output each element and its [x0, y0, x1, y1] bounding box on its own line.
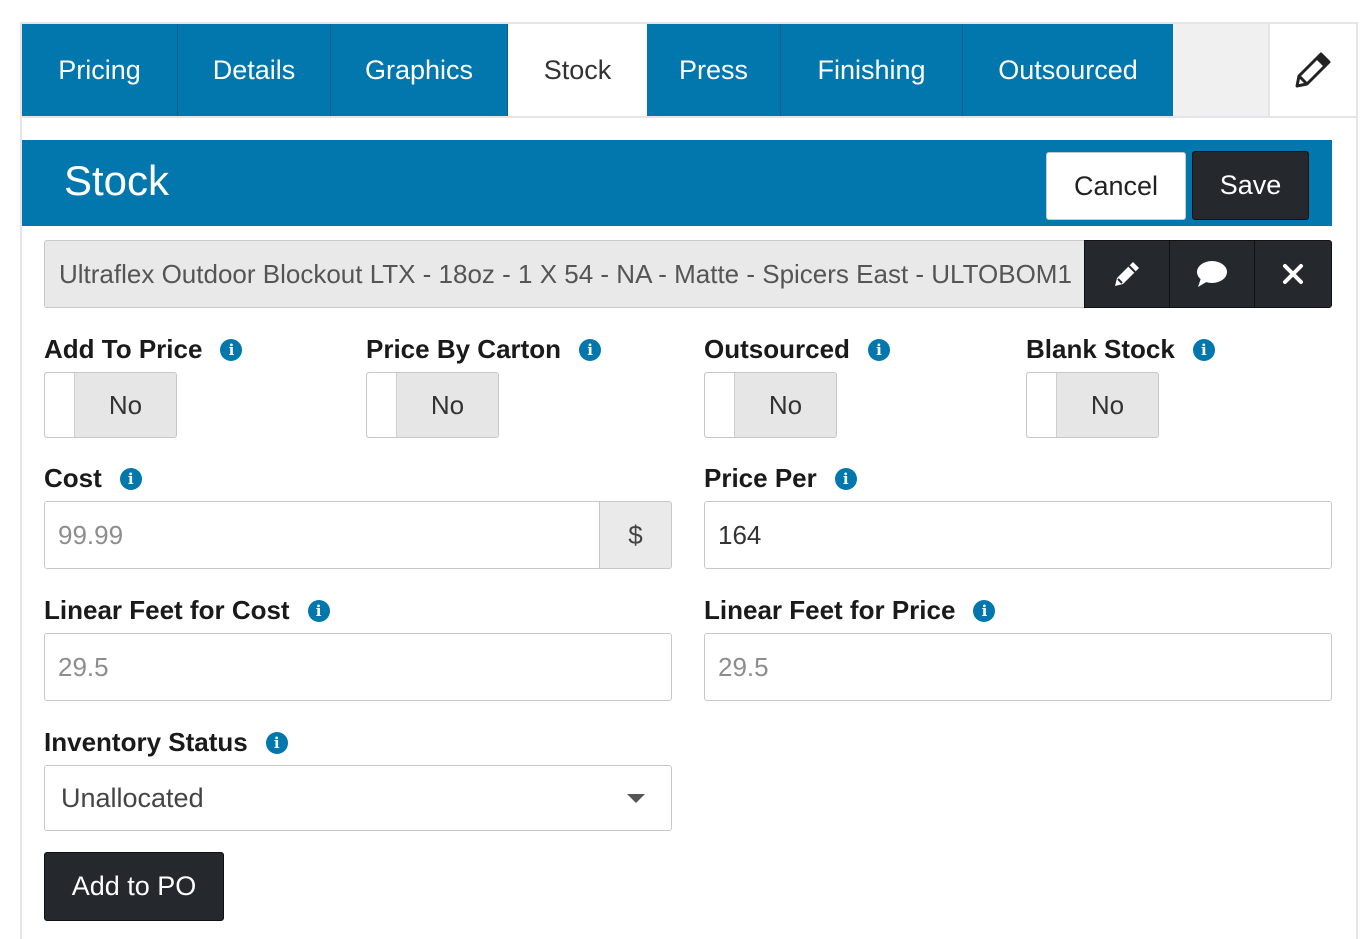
stock-panel: Pricing Details Graphics Stock Press Fin…: [20, 22, 1358, 939]
comment-stock-button[interactable]: [1169, 240, 1255, 308]
outsourced-label-text: Outsourced: [704, 334, 850, 364]
outsourced-toggle[interactable]: No: [704, 372, 837, 438]
toggle-value: No: [768, 389, 803, 420]
tab-outsourced[interactable]: Outsourced: [963, 24, 1173, 116]
tab-bar: Pricing Details Graphics Stock Press Fin…: [22, 24, 1356, 118]
info-icon[interactable]: i: [1192, 338, 1215, 361]
cost-label: Cost i: [44, 463, 142, 494]
info-icon[interactable]: i: [119, 467, 142, 490]
blank-stock-label-text: Blank Stock: [1026, 334, 1175, 364]
add-to-price-toggle[interactable]: No: [44, 372, 177, 438]
price-by-carton-toggle[interactable]: No: [366, 372, 499, 438]
section-title: Stock: [64, 157, 170, 204]
info-icon[interactable]: i: [834, 467, 857, 490]
pencil-icon: [1115, 262, 1139, 286]
stock-selected-field[interactable]: Ultraflex Outdoor Blockout LTX - 18oz - …: [44, 240, 1084, 308]
linear-feet-cost-input[interactable]: 29.5: [44, 633, 672, 701]
chevron-down-icon: [627, 794, 645, 803]
info-icon[interactable]: i: [307, 599, 330, 622]
info-icon[interactable]: i: [973, 599, 996, 622]
toggle-knob: [705, 373, 735, 437]
save-button[interactable]: Save: [1192, 151, 1309, 220]
price-per-label: Price Per i: [704, 463, 857, 494]
price-by-carton-label: Price By Carton i: [366, 334, 602, 365]
edit-tabs-button[interactable]: [1268, 24, 1356, 116]
toggle-knob: [1027, 373, 1057, 437]
linear-feet-price-input[interactable]: 29.5: [704, 633, 1332, 701]
add-to-price-label-text: Add To Price: [44, 334, 203, 364]
price-per-label-text: Price Per: [704, 463, 817, 493]
tab-finishing[interactable]: Finishing: [781, 24, 963, 116]
inventory-status-value: Unallocated: [61, 782, 204, 813]
linear-feet-price-label-text: Linear Feet for Price: [704, 595, 956, 625]
info-icon[interactable]: i: [579, 338, 602, 361]
remove-stock-button[interactable]: [1254, 240, 1332, 308]
inventory-status-select[interactable]: Unallocated: [44, 765, 672, 831]
section-header: Stock Cancel Save: [22, 140, 1332, 226]
linear-feet-cost-label: Linear Feet for Cost i: [44, 595, 330, 626]
info-icon[interactable]: i: [220, 338, 243, 361]
toggle-knob: [367, 373, 397, 437]
pencil-icon: [1295, 52, 1331, 88]
cost-input[interactable]: 99.99: [44, 501, 600, 569]
linear-feet-cost-label-text: Linear Feet for Cost: [44, 595, 290, 625]
add-to-po-button[interactable]: Add to PO: [44, 852, 224, 921]
price-by-carton-label-text: Price By Carton: [366, 334, 562, 364]
toggle-value: No: [108, 389, 143, 420]
inventory-status-label-text: Inventory Status: [44, 727, 248, 757]
blank-stock-label: Blank Stock i: [1026, 334, 1215, 365]
tab-details[interactable]: Details: [178, 24, 331, 116]
add-to-price-label: Add To Price i: [44, 334, 243, 365]
info-icon[interactable]: i: [867, 338, 890, 361]
currency-addon: $: [600, 501, 672, 569]
close-icon: [1283, 264, 1303, 284]
tab-graphics[interactable]: Graphics: [331, 24, 508, 116]
toggle-knob: [45, 373, 75, 437]
price-per-input[interactable]: 164: [704, 501, 1332, 569]
outsourced-label: Outsourced i: [704, 334, 890, 365]
tab-pricing[interactable]: Pricing: [22, 24, 178, 116]
edit-stock-button[interactable]: [1084, 240, 1170, 308]
linear-feet-price-label: Linear Feet for Price i: [704, 595, 996, 626]
comment-icon: [1197, 261, 1227, 287]
inventory-status-label: Inventory Status i: [44, 727, 288, 758]
cancel-button[interactable]: Cancel: [1046, 152, 1186, 220]
toggle-value: No: [430, 389, 465, 420]
info-icon[interactable]: i: [265, 731, 288, 754]
tab-stock[interactable]: Stock: [508, 24, 647, 116]
blank-stock-toggle[interactable]: No: [1026, 372, 1159, 438]
cost-label-text: Cost: [44, 463, 102, 493]
toggle-value: No: [1090, 389, 1125, 420]
tab-press[interactable]: Press: [647, 24, 781, 116]
